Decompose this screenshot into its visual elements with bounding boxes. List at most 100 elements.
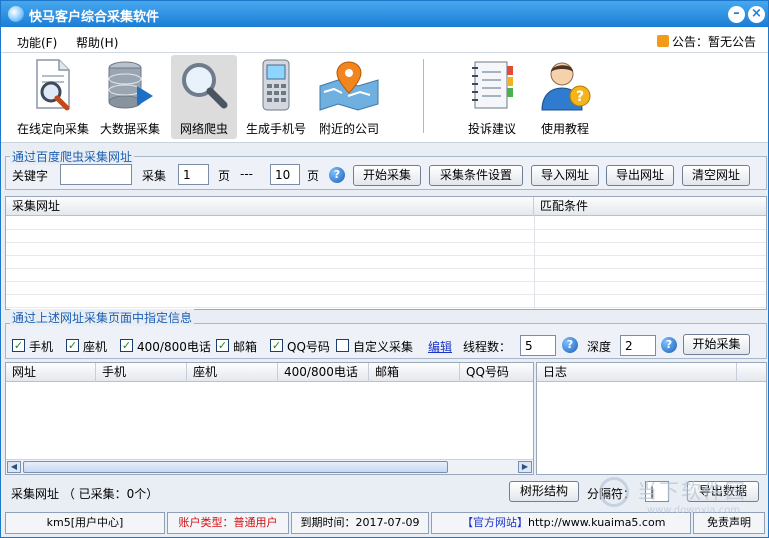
title-bar[interactable]: 快马客户综合采集软件 – × (1, 1, 768, 27)
menu-help[interactable]: 帮助(H) (76, 34, 118, 51)
start-crawl-button[interactable]: 开始采集 (353, 165, 421, 186)
url-table[interactable]: 采集网址 匹配条件 (5, 196, 767, 310)
extract-group-title: 通过上述网址采集页面中指定信息 (10, 309, 195, 326)
start-extract-button[interactable]: 开始采集 (683, 334, 750, 355)
table-row (6, 256, 766, 269)
app-window: 快马客户综合采集软件 – × 功能(F) 帮助(H) 公告：暂无公告 在线定向采… (0, 0, 769, 538)
tool-label: 附近的公司 (318, 122, 379, 136)
watermark-text: 当下软件园 (637, 479, 747, 503)
table-row (6, 295, 766, 308)
page-to-input[interactable] (270, 164, 300, 185)
collect-conditions-button[interactable]: 采集条件设置 (429, 165, 523, 186)
col-log[interactable]: 日志 (537, 363, 737, 382)
help-icon[interactable]: ? (562, 337, 578, 353)
page-from-input[interactable] (178, 164, 209, 185)
tool-label: 大数据采集 (99, 122, 160, 136)
keyword-input[interactable] (60, 164, 132, 185)
clear-urls-button[interactable]: 清空网址 (682, 165, 750, 186)
notice-text: 公告：暂无公告 (671, 35, 756, 49)
crawl-group-title: 通过百度爬虫采集网址 (10, 148, 135, 165)
col-collect-url[interactable]: 采集网址 (6, 197, 534, 216)
check-landline-label: 座机 (83, 340, 108, 354)
horizontal-scrollbar[interactable]: ◀ ▶ (6, 459, 533, 474)
check-mobile-label: 手机 (29, 340, 54, 354)
col-email[interactable]: 邮箱 (369, 363, 460, 382)
speaker-icon (656, 35, 669, 47)
column-divider (534, 216, 535, 309)
export-urls-button[interactable]: 导出网址 (606, 165, 674, 186)
menu-function[interactable]: 功能(F) (17, 34, 57, 51)
collect-label: 采集 (142, 169, 167, 183)
threads-input[interactable] (520, 335, 556, 356)
check-email-label: 邮箱 (233, 340, 258, 354)
status-account-type: 账户类型：普通用户 (167, 512, 289, 534)
document-search-icon (36, 59, 70, 111)
col-qq[interactable]: QQ号码 (460, 363, 533, 382)
keyword-label: 关键字 (12, 169, 49, 183)
tree-structure-button[interactable]: 树形结构 (509, 481, 579, 502)
help-icon[interactable]: ? (661, 337, 677, 353)
watermark-logo-icon (599, 477, 629, 507)
map-pin-icon (319, 61, 379, 111)
tool-tutorial[interactable]: ? 使用教程 (532, 55, 598, 139)
status-expire: 到期时间：2017-07-09 (291, 512, 429, 534)
tool-feedback[interactable]: 投诉建议 (459, 55, 525, 139)
tool-nearby-company[interactable]: 附近的公司 (314, 55, 384, 139)
tool-bigdata-collect[interactable]: 大数据采集 (97, 55, 163, 139)
site-label: 【官方网站】 (462, 516, 528, 529)
tool-label: 网络爬虫 (179, 122, 228, 136)
threads-label: 线程数： (463, 340, 512, 354)
check-landline[interactable]: ✓ (66, 339, 79, 352)
page-label: 页 (218, 169, 231, 183)
phone-icon (262, 59, 290, 111)
check-qq[interactable]: ✓ (270, 339, 283, 352)
scroll-right-icon[interactable]: ▶ (518, 461, 532, 473)
minimize-button[interactable]: – (728, 6, 745, 23)
scroll-left-icon[interactable]: ◀ (7, 461, 21, 473)
check-qq-label: QQ号码 (287, 340, 330, 354)
import-urls-button[interactable]: 导入网址 (531, 165, 599, 186)
check-400-800-label: 400/800电话 (137, 340, 211, 354)
depth-input[interactable] (620, 335, 656, 356)
check-custom-label: 自定义采集 (353, 340, 414, 354)
check-400-800[interactable]: ✓ (120, 339, 133, 352)
window-title: 快马客户综合采集软件 (29, 10, 160, 25)
col-url[interactable]: 网址 (6, 363, 96, 382)
col-landline[interactable]: 座机 (187, 363, 278, 382)
close-button[interactable]: × (748, 6, 765, 23)
tool-generate-phone[interactable]: 生成手机号 (241, 55, 311, 139)
scroll-thumb[interactable] (23, 461, 448, 473)
log-header: 日志 (537, 363, 766, 382)
user-help-icon: ? (541, 62, 591, 111)
table-row (6, 217, 766, 230)
svg-text:?: ? (576, 89, 584, 105)
collect-summary: 采集网址 （ 已采集：0个） (11, 487, 159, 501)
tool-web-crawler[interactable]: 网络爬虫 (171, 55, 237, 139)
log-panel[interactable]: 日志 (536, 362, 767, 475)
check-custom[interactable] (336, 339, 349, 352)
tool-online-collect[interactable]: 在线定向采集 (11, 55, 95, 139)
tool-label: 投诉建议 (467, 122, 516, 136)
col-400-800[interactable]: 400/800电话 (278, 363, 369, 382)
col-mobile[interactable]: 手机 (96, 363, 187, 382)
watermark: 当下软件园 www.downxia.com (599, 473, 759, 529)
table-row (6, 243, 766, 256)
check-email[interactable]: ✓ (216, 339, 229, 352)
result-table[interactable]: 网址 手机 座机 400/800电话 邮箱 QQ号码 ◀ ▶ (5, 362, 534, 475)
help-icon[interactable]: ? (329, 167, 345, 183)
notebook-icon (472, 61, 513, 109)
database-icon (108, 61, 153, 109)
col-match-condition[interactable]: 匹配条件 (534, 197, 766, 216)
app-logo-icon (8, 6, 24, 22)
status-user[interactable]: km5[用户中心] (5, 512, 165, 534)
result-table-header: 网址 手机 座机 400/800电话 邮箱 QQ号码 (6, 363, 533, 382)
magnifier-icon (182, 63, 228, 109)
notice: 公告：暂无公告 (656, 33, 756, 50)
toolbar: 在线定向采集 大数据采集 网络爬虫 生成手机号 附近的公司 投诉建议 ? 使用教… (1, 53, 768, 143)
page-label-2: 页 (307, 169, 320, 183)
table-row (6, 269, 766, 282)
check-mobile[interactable]: ✓ (12, 339, 25, 352)
edit-link[interactable]: 编辑 (428, 338, 452, 355)
range-dash: --- (240, 167, 253, 181)
tool-label: 在线定向采集 (16, 122, 89, 136)
